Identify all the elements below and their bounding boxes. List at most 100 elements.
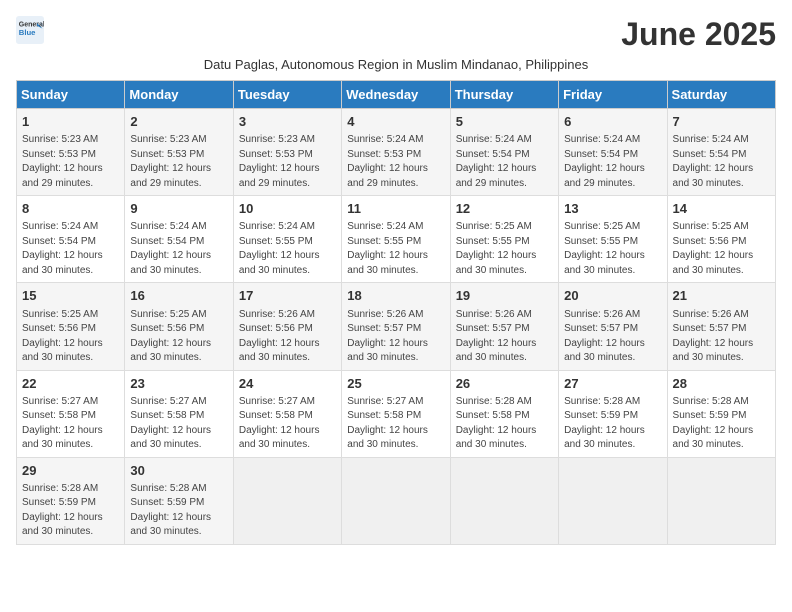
day-number: 13 — [564, 200, 661, 218]
day-number: 19 — [456, 287, 553, 305]
day-number: 26 — [456, 375, 553, 393]
calendar-day-cell: 15 Sunrise: 5:25 AMSunset: 5:56 PMDayligh… — [17, 283, 125, 370]
day-content: Sunrise: 5:24 AMSunset: 5:55 PMDaylight:… — [239, 220, 336, 278]
day-of-week-header: Sunday — [17, 81, 125, 109]
day-content: Sunrise: 5:24 AMSunset: 5:54 PMDaylight:… — [456, 133, 553, 191]
calendar-week-row: 15 Sunrise: 5:25 AMSunset: 5:56 PMDayligh… — [17, 283, 776, 370]
calendar-day-cell: 10 Sunrise: 5:24 AMSunset: 5:55 PMDayligh… — [233, 196, 341, 283]
calendar-day-cell: 1Sunrise: 5:23 AMSunset: 5:53 PMDaylight… — [17, 109, 125, 196]
day-content: Sunrise: 5:24 AMSunset: 5:54 PMDaylight:… — [22, 220, 119, 278]
calendar-day-cell: 21 Sunrise: 5:26 AMSunset: 5:57 PMDayligh… — [667, 283, 775, 370]
day-number: 23 — [130, 375, 227, 393]
calendar-day-cell: 23 Sunrise: 5:27 AMSunset: 5:58 PMDayligh… — [125, 370, 233, 457]
day-number: 20 — [564, 287, 661, 305]
day-content: Sunrise: 5:28 AMSunset: 5:59 PMDaylight:… — [564, 395, 661, 453]
calendar-day-cell: 20 Sunrise: 5:26 AMSunset: 5:57 PMDayligh… — [559, 283, 667, 370]
calendar-day-cell: 19Sunrise: 5:26 AMSunset: 5:57 PMDayligh… — [450, 283, 558, 370]
day-of-week-header: Monday — [125, 81, 233, 109]
calendar-day-cell: 17 Sunrise: 5:26 AMSunset: 5:56 PMDayligh… — [233, 283, 341, 370]
day-content: Sunrise: 5:24 AMSunset: 5:53 PMDaylight:… — [347, 133, 444, 191]
calendar-day-cell: 7Sunrise: 5:24 AMSunset: 5:54 PMDaylight… — [667, 109, 775, 196]
day-content: Sunrise: 5:27 AMSunset: 5:58 PMDaylight:… — [347, 395, 444, 453]
day-number: 25 — [347, 375, 444, 393]
calendar-day-cell: 8 Sunrise: 5:24 AMSunset: 5:54 PMDaylight… — [17, 196, 125, 283]
day-content: Sunrise: 5:25 AMSunset: 5:56 PMDaylight:… — [673, 220, 770, 278]
calendar-day-cell: 24 Sunrise: 5:27 AMSunset: 5:58 PMDayligh… — [233, 370, 341, 457]
calendar-day-cell: 18Sunrise: 5:26 AMSunset: 5:57 PMDayligh… — [342, 283, 450, 370]
calendar-week-row: 29 Sunrise: 5:28 AMSunset: 5:59 PMDayligh… — [17, 457, 776, 544]
calendar-day-cell — [342, 457, 450, 544]
day-number: 8 — [22, 200, 119, 218]
day-content: Sunrise: 5:25 AMSunset: 5:55 PMDaylight:… — [456, 220, 553, 278]
day-content: Sunrise: 5:23 AMSunset: 5:53 PMDaylight:… — [239, 133, 336, 191]
day-content: Sunrise: 5:26 AMSunset: 5:57 PMDaylight:… — [673, 308, 770, 366]
day-content: Sunrise: 5:25 AMSunset: 5:56 PMDaylight:… — [22, 308, 119, 366]
day-of-week-header: Tuesday — [233, 81, 341, 109]
day-number: 21 — [673, 287, 770, 305]
day-content: Sunrise: 5:24 AMSunset: 5:54 PMDaylight:… — [673, 133, 770, 191]
day-content: Sunrise: 5:28 AMSunset: 5:59 PMDaylight:… — [673, 395, 770, 453]
svg-text:Blue: Blue — [19, 28, 36, 37]
day-number: 18 — [347, 287, 444, 305]
day-of-week-header: Saturday — [667, 81, 775, 109]
calendar-day-cell: 13 Sunrise: 5:25 AMSunset: 5:55 PMDayligh… — [559, 196, 667, 283]
day-content: Sunrise: 5:27 AMSunset: 5:58 PMDaylight:… — [130, 395, 227, 453]
header: General Blue June 2025 — [16, 16, 776, 53]
day-number: 6 — [564, 113, 661, 131]
calendar-day-cell: 16 Sunrise: 5:25 AMSunset: 5:56 PMDayligh… — [125, 283, 233, 370]
day-number: 5 — [456, 113, 553, 131]
day-content: Sunrise: 5:26 AMSunset: 5:57 PMDaylight:… — [564, 308, 661, 366]
day-content: Sunrise: 5:28 AMSunset: 5:59 PMDaylight:… — [22, 482, 119, 540]
calendar-header-row: SundayMondayTuesdayWednesdayThursdayFrid… — [17, 81, 776, 109]
day-number: 3 — [239, 113, 336, 131]
calendar-day-cell — [667, 457, 775, 544]
day-number: 29 — [22, 462, 119, 480]
calendar-day-cell: 3 Sunrise: 5:23 AMSunset: 5:53 PMDaylight… — [233, 109, 341, 196]
day-number: 16 — [130, 287, 227, 305]
day-content: Sunrise: 5:27 AMSunset: 5:58 PMDaylight:… — [22, 395, 119, 453]
calendar-day-cell: 27 Sunrise: 5:28 AMSunset: 5:59 PMDayligh… — [559, 370, 667, 457]
calendar-day-cell: 5 Sunrise: 5:24 AMSunset: 5:54 PMDaylight… — [450, 109, 558, 196]
day-content: Sunrise: 5:28 AMSunset: 5:58 PMDaylight:… — [456, 395, 553, 453]
logo: General Blue — [16, 16, 44, 44]
day-number: 24 — [239, 375, 336, 393]
day-content: Sunrise: 5:24 AMSunset: 5:55 PMDaylight:… — [347, 220, 444, 278]
calendar-day-cell: 28 Sunrise: 5:28 AMSunset: 5:59 PMDayligh… — [667, 370, 775, 457]
logo-icon: General Blue — [16, 16, 44, 44]
day-number: 15 — [22, 287, 119, 305]
day-content: Sunrise: 5:27 AMSunset: 5:58 PMDaylight:… — [239, 395, 336, 453]
calendar-day-cell: 25 Sunrise: 5:27 AMSunset: 5:58 PMDayligh… — [342, 370, 450, 457]
day-content: Sunrise: 5:24 AMSunset: 5:54 PMDaylight:… — [130, 220, 227, 278]
day-of-week-header: Friday — [559, 81, 667, 109]
subtitle: Datu Paglas, Autonomous Region in Muslim… — [16, 57, 776, 72]
day-content: Sunrise: 5:23 AMSunset: 5:53 PMDaylight:… — [22, 133, 119, 191]
day-number: 30 — [130, 462, 227, 480]
calendar-day-cell — [450, 457, 558, 544]
calendar-day-cell: 4Sunrise: 5:24 AMSunset: 5:53 PMDaylight… — [342, 109, 450, 196]
day-content: Sunrise: 5:26 AMSunset: 5:56 PMDaylight:… — [239, 308, 336, 366]
day-content: Sunrise: 5:24 AMSunset: 5:54 PMDaylight:… — [564, 133, 661, 191]
calendar-day-cell — [233, 457, 341, 544]
calendar-day-cell: 26 Sunrise: 5:28 AMSunset: 5:58 PMDayligh… — [450, 370, 558, 457]
day-content: Sunrise: 5:25 AMSunset: 5:56 PMDaylight:… — [130, 308, 227, 366]
calendar-table: SundayMondayTuesdayWednesdayThursdayFrid… — [16, 80, 776, 545]
day-number: 10 — [239, 200, 336, 218]
day-of-week-header: Wednesday — [342, 81, 450, 109]
calendar-week-row: 1Sunrise: 5:23 AMSunset: 5:53 PMDaylight… — [17, 109, 776, 196]
day-number: 12 — [456, 200, 553, 218]
calendar-body: 1Sunrise: 5:23 AMSunset: 5:53 PMDaylight… — [17, 109, 776, 545]
day-number: 27 — [564, 375, 661, 393]
calendar-day-cell: 11 Sunrise: 5:24 AMSunset: 5:55 PMDayligh… — [342, 196, 450, 283]
day-number: 22 — [22, 375, 119, 393]
day-number: 17 — [239, 287, 336, 305]
calendar-week-row: 8 Sunrise: 5:24 AMSunset: 5:54 PMDaylight… — [17, 196, 776, 283]
day-number: 28 — [673, 375, 770, 393]
day-content: Sunrise: 5:28 AMSunset: 5:59 PMDaylight:… — [130, 482, 227, 540]
month-title: June 2025 — [621, 16, 776, 53]
calendar-day-cell: 2Sunrise: 5:23 AMSunset: 5:53 PMDaylight… — [125, 109, 233, 196]
calendar-week-row: 22 Sunrise: 5:27 AMSunset: 5:58 PMDayligh… — [17, 370, 776, 457]
day-number: 11 — [347, 200, 444, 218]
day-of-week-header: Thursday — [450, 81, 558, 109]
day-content: Sunrise: 5:25 AMSunset: 5:55 PMDaylight:… — [564, 220, 661, 278]
calendar-day-cell: 22 Sunrise: 5:27 AMSunset: 5:58 PMDayligh… — [17, 370, 125, 457]
